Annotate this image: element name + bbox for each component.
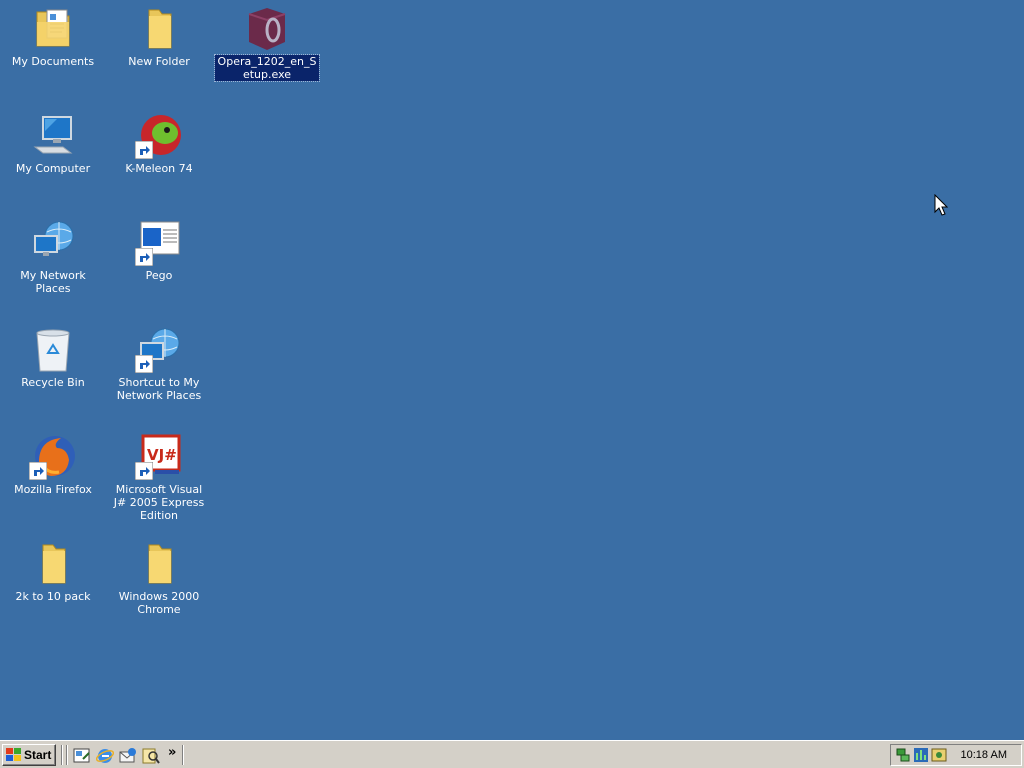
folder-icon — [135, 4, 183, 52]
taskbar-separator — [61, 745, 63, 765]
mouse-pointer-icon — [934, 194, 948, 216]
search-icon[interactable] — [142, 747, 160, 765]
icon-label: Opera_1202_en_Setup.exe — [214, 54, 320, 82]
internet-explorer-icon[interactable] — [96, 747, 114, 765]
shortcut-arrow-icon — [135, 141, 153, 159]
shortcut-arrow-icon — [135, 355, 153, 373]
icon-label: Recycle Bin — [21, 376, 85, 389]
taskbar-separator — [182, 745, 184, 765]
opera-installer-icon — [243, 4, 291, 52]
clock[interactable]: 10:18 AM — [961, 749, 1007, 761]
desktop[interactable]: My Documents New Folder Opera_1202_en_Se… — [0, 0, 1024, 740]
folder-icon — [29, 539, 77, 587]
k-meleon-icon — [135, 111, 183, 159]
network-tray-icon[interactable] — [895, 747, 911, 763]
desktop-icon-windows-2000-chrome[interactable]: Windows 2000 Chrome — [106, 535, 212, 625]
desktop-icon-my-computer[interactable]: My Computer — [0, 107, 106, 197]
show-desktop-icon[interactable] — [73, 747, 91, 765]
desktop-icon-shortcut-network-places[interactable]: Shortcut to My Network Places — [106, 321, 212, 411]
desktop-icon-recycle-bin[interactable]: Recycle Bin — [0, 321, 106, 411]
system-tray: 10:18 AM — [890, 744, 1022, 766]
desktop-icon-my-documents[interactable]: My Documents — [0, 0, 106, 90]
pego-icon — [135, 218, 183, 266]
desktop-icon-new-folder[interactable]: New Folder — [106, 0, 212, 90]
icon-label: Pego — [145, 269, 173, 282]
utility-tray-icon[interactable] — [931, 747, 947, 763]
start-label: Start — [24, 748, 52, 762]
taskbar-separator — [66, 745, 68, 765]
desktop-icon-2k-to-10-pack[interactable]: 2k to 10 pack — [0, 535, 106, 625]
desktop-icon-visual-jsharp[interactable]: VJ# Microsoft Visual J# 2005 Express Edi… — [106, 428, 212, 522]
desktop-icon-k-meleon[interactable]: K-Meleon 74 — [106, 107, 212, 197]
icon-label: Windows 2000 Chrome — [118, 590, 200, 616]
windows-logo-icon — [6, 748, 21, 761]
computer-icon — [29, 111, 77, 159]
icon-label: My Documents — [11, 55, 95, 68]
outlook-express-icon[interactable] — [119, 747, 137, 765]
icon-label: Microsoft Visual J# 2005 Express Edition — [113, 483, 205, 522]
icon-label: K-Meleon 74 — [125, 162, 193, 175]
quick-launch-chevron-icon[interactable]: » — [168, 745, 176, 760]
taskbar: Start » 10:18 AM — [0, 740, 1024, 768]
firefox-icon — [29, 432, 77, 480]
icon-label: 2k to 10 pack — [15, 590, 91, 603]
icon-label: My Computer — [15, 162, 91, 175]
start-button[interactable]: Start — [2, 744, 56, 766]
network-places-icon — [135, 325, 183, 373]
shortcut-arrow-icon — [135, 462, 153, 480]
desktop-icon-mozilla-firefox[interactable]: Mozilla Firefox — [0, 428, 106, 518]
shortcut-arrow-icon — [29, 462, 47, 480]
my-documents-icon — [29, 4, 77, 52]
icon-label: Mozilla Firefox — [14, 483, 92, 496]
monitor-tray-icon[interactable] — [913, 747, 929, 763]
desktop-icon-my-network-places[interactable]: My Network Places — [0, 214, 106, 304]
icon-label: Shortcut to My Network Places — [116, 376, 202, 402]
desktop-icon-pego[interactable]: Pego — [106, 214, 212, 304]
folder-icon — [135, 539, 183, 587]
visual-jsharp-icon: VJ# — [135, 432, 183, 480]
desktop-icon-opera-setup[interactable]: Opera_1202_en_Setup.exe — [214, 0, 320, 90]
icon-label: My Network Places — [20, 269, 86, 295]
icon-label: New Folder — [128, 55, 190, 68]
network-places-icon — [29, 218, 77, 266]
shortcut-arrow-icon — [135, 248, 153, 266]
recycle-bin-icon — [29, 325, 77, 373]
